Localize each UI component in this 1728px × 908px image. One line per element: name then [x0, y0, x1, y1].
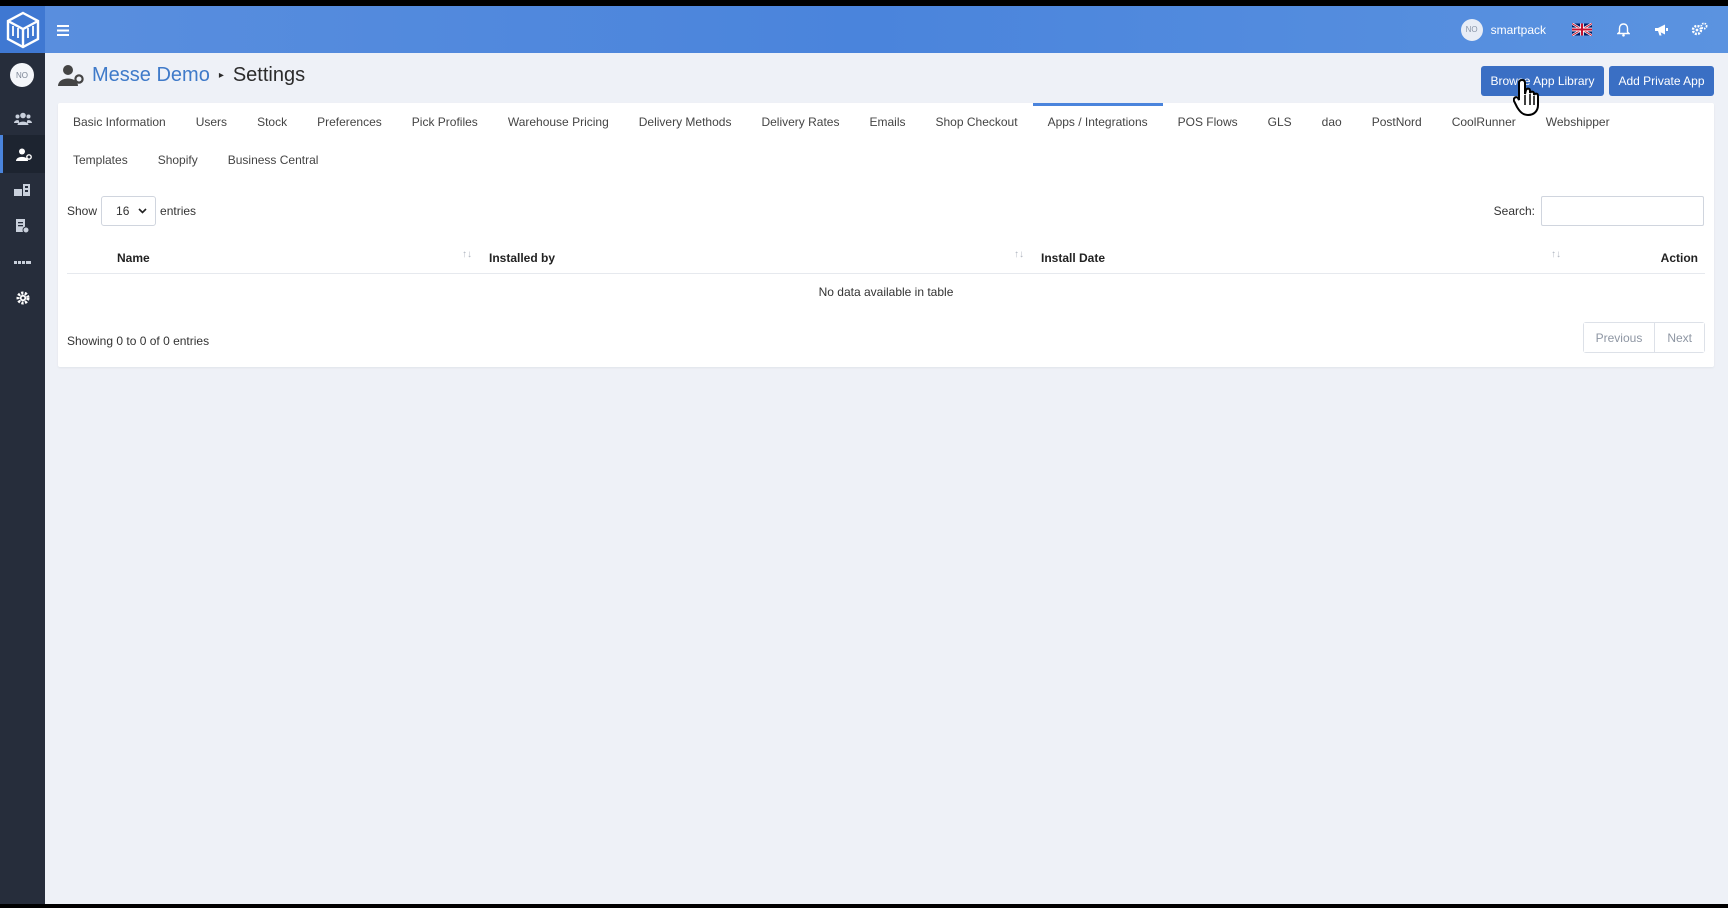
- tabs-row-2: Templates Shopify Business Central: [58, 141, 333, 179]
- sidebar-item-users[interactable]: [0, 99, 45, 137]
- hamburger-icon[interactable]: [57, 20, 69, 41]
- gears-icon[interactable]: [1690, 21, 1708, 39]
- table-search: Search:: [1494, 196, 1704, 226]
- breadcrumb-separator: ▸: [218, 69, 224, 81]
- top-bar: NO smartpack: [0, 6, 1728, 53]
- cube-logo-icon: [6, 11, 39, 48]
- bell-icon[interactable]: [1614, 21, 1632, 39]
- gear-icon: [16, 291, 29, 305]
- tab-users[interactable]: Users: [181, 103, 242, 141]
- sidebar-item-barcodes[interactable]: [0, 243, 45, 281]
- next-page-button[interactable]: Next: [1654, 323, 1704, 352]
- entries-length-control: Show 16 entries: [67, 196, 196, 226]
- sidebar-avatar[interactable]: NO: [10, 63, 34, 87]
- empty-table-message: No data available in table: [818, 285, 954, 299]
- pagination: Previous Next: [1582, 322, 1705, 353]
- tab-pick-profiles[interactable]: Pick Profiles: [397, 103, 493, 141]
- tab-templates[interactable]: Templates: [58, 141, 143, 179]
- users-icon: [13, 112, 32, 125]
- tab-pos-flows[interactable]: POS Flows: [1163, 103, 1253, 141]
- tab-delivery-methods[interactable]: Delivery Methods: [624, 103, 747, 141]
- chevron-down-icon: [138, 208, 147, 214]
- user-settings-icon: [58, 65, 84, 86]
- tab-warehouse-pricing[interactable]: Warehouse Pricing: [493, 103, 624, 141]
- breadcrumb: Messe Demo ▸ Settings: [58, 60, 305, 90]
- user-avatar[interactable]: NO: [1460, 18, 1483, 41]
- sidebar-item-settings[interactable]: [0, 279, 45, 317]
- add-private-app-button[interactable]: Add Private App: [1609, 66, 1714, 96]
- entries-label: entries: [160, 204, 197, 218]
- column-header-action: Action: [1660, 251, 1698, 265]
- tab-emails[interactable]: Emails: [854, 103, 920, 141]
- tab-stock[interactable]: Stock: [242, 103, 302, 141]
- settings-card: Basic Information Users Stock Preference…: [58, 103, 1714, 367]
- entries-select[interactable]: 16: [101, 196, 157, 226]
- tab-gls[interactable]: GLS: [1253, 103, 1307, 141]
- sidebar-item-reports[interactable]: [0, 207, 45, 245]
- barcode-icon: [14, 260, 31, 264]
- search-label: Search:: [1493, 204, 1535, 218]
- app-logo[interactable]: [0, 6, 45, 53]
- search-input[interactable]: [1541, 196, 1704, 226]
- tab-shopify[interactable]: Shopify: [143, 141, 213, 179]
- table-info: Showing 0 to 0 of 0 entries: [67, 334, 210, 348]
- entries-select-value: 16: [116, 204, 130, 218]
- previous-page-button[interactable]: Previous: [1583, 323, 1655, 352]
- column-header-name[interactable]: Name: [117, 251, 150, 265]
- page-title: Settings: [232, 63, 306, 86]
- tab-basic-information[interactable]: Basic Information: [58, 103, 181, 141]
- tab-delivery-rates[interactable]: Delivery Rates: [746, 103, 854, 141]
- sort-ascending-icon[interactable]: ↑↓: [462, 249, 472, 260]
- column-header-install-date[interactable]: Install Date: [1041, 251, 1105, 265]
- tab-dao[interactable]: dao: [1307, 103, 1357, 141]
- show-label: Show: [67, 204, 98, 218]
- uk-flag-icon[interactable]: [1572, 23, 1592, 36]
- megaphone-icon[interactable]: [1652, 21, 1670, 39]
- tabs-row-1: Basic Information Users Stock Preference…: [58, 103, 1625, 141]
- user-name[interactable]: smartpack: [1491, 23, 1546, 37]
- warehouse-icon: [14, 183, 30, 196]
- tab-postnord[interactable]: PostNord: [1357, 103, 1437, 141]
- user-settings-icon: [16, 148, 32, 161]
- sidebar: NO: [0, 53, 45, 904]
- report-icon: [16, 218, 30, 233]
- table-header-divider: [67, 273, 1705, 274]
- sidebar-item-user-settings[interactable]: [0, 135, 45, 173]
- hand-pointer-cursor-icon: [1513, 78, 1539, 117]
- sort-icon[interactable]: ↑↓: [1014, 249, 1024, 260]
- breadcrumb-company-link[interactable]: Messe Demo: [92, 64, 210, 87]
- column-header-installed-by[interactable]: Installed by: [489, 251, 555, 265]
- tab-shop-checkout[interactable]: Shop Checkout: [921, 103, 1033, 141]
- tab-business-central[interactable]: Business Central: [213, 141, 334, 179]
- sort-icon[interactable]: ↑↓: [1551, 249, 1561, 260]
- tab-preferences[interactable]: Preferences: [302, 103, 397, 141]
- tab-apps-integrations[interactable]: Apps / Integrations: [1032, 103, 1163, 141]
- app-frame: NO smartpack NO Messe Demo ▸ Settings Br…: [0, 6, 1728, 904]
- sidebar-item-warehouse[interactable]: [0, 171, 45, 209]
